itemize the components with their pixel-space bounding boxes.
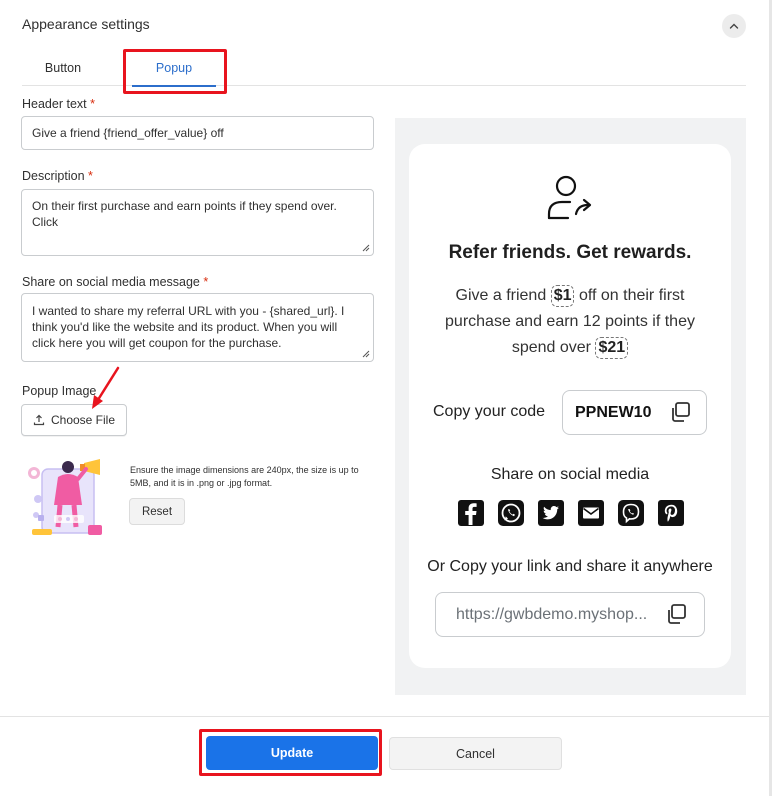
friend-value-chip: $1 bbox=[550, 285, 575, 307]
header-text-label-text: Header text bbox=[22, 97, 87, 111]
referral-code: PPNEW10 bbox=[575, 403, 652, 421]
copy-link-icon[interactable] bbox=[665, 603, 687, 625]
pinterest-icon[interactable] bbox=[657, 499, 685, 527]
header-text-input[interactable]: Give a friend {friend_offer_value} off bbox=[21, 116, 374, 150]
footer-divider bbox=[0, 716, 769, 717]
preview-description: Give a friend $1 off on their first purc… bbox=[432, 283, 708, 361]
required-marker: * bbox=[88, 169, 93, 183]
share-message-value: I wanted to share my referral URL with y… bbox=[32, 304, 345, 350]
reset-button[interactable]: Reset bbox=[129, 498, 185, 525]
user-share-icon bbox=[547, 175, 592, 220]
copy-code-icon[interactable] bbox=[669, 401, 691, 423]
copy-link-title: Or Copy your link and share it anywhere bbox=[427, 558, 713, 575]
tab-button[interactable]: Button bbox=[22, 50, 104, 86]
resize-grip-icon[interactable] bbox=[362, 244, 370, 252]
description-textarea[interactable]: On their first purchase and earn points … bbox=[21, 189, 374, 256]
collapse-button[interactable] bbox=[722, 14, 746, 38]
description-label: Description * bbox=[22, 169, 93, 183]
share-message-label: Share on social media message * bbox=[22, 275, 208, 289]
section-title: Appearance settings bbox=[22, 16, 150, 32]
viber-icon[interactable] bbox=[617, 499, 645, 527]
description-value: On their first purchase and earn points … bbox=[32, 199, 337, 229]
twitter-icon[interactable] bbox=[537, 499, 565, 527]
share-message-textarea[interactable]: I wanted to share my referral URL with y… bbox=[21, 293, 374, 362]
update-button[interactable]: Update bbox=[206, 736, 378, 770]
desc-part-1: Give a friend bbox=[455, 287, 547, 304]
whatsapp-icon[interactable] bbox=[497, 499, 525, 527]
min-spend-chip: $21 bbox=[595, 337, 629, 359]
cancel-button[interactable]: Cancel bbox=[389, 737, 562, 770]
preview-title: Refer friends. Get rewards. bbox=[448, 242, 692, 263]
copy-code-label: Copy your code bbox=[433, 403, 546, 420]
email-icon[interactable] bbox=[577, 499, 605, 527]
popup-image-thumbnail bbox=[28, 459, 102, 535]
resize-grip-icon[interactable] bbox=[362, 350, 370, 358]
choose-file-label: Choose File bbox=[50, 413, 116, 427]
required-marker: * bbox=[90, 97, 95, 111]
upload-icon bbox=[33, 414, 45, 426]
tab-bar: Button Popup bbox=[22, 50, 746, 87]
social-share-bar bbox=[457, 499, 685, 527]
header-text-label: Header text * bbox=[22, 97, 95, 111]
facebook-icon[interactable] bbox=[457, 499, 485, 527]
chevron-up-icon bbox=[729, 23, 739, 29]
referral-link: https://gwbdemo.myshop... bbox=[456, 605, 648, 623]
required-marker: * bbox=[203, 275, 209, 289]
popup-image-label: Popup Image bbox=[22, 384, 97, 398]
red-arrow-annotation bbox=[92, 366, 120, 409]
image-requirements-note: Ensure the image dimensions are 240px, t… bbox=[130, 465, 359, 488]
share-message-label-text: Share on social media message bbox=[22, 275, 200, 289]
appearance-settings-panel: Appearance settings Button Popup Header … bbox=[0, 0, 772, 796]
tab-popup[interactable]: Popup bbox=[132, 50, 216, 87]
description-label-text: Description bbox=[22, 169, 85, 183]
share-social-title: Share on social media bbox=[490, 466, 650, 483]
